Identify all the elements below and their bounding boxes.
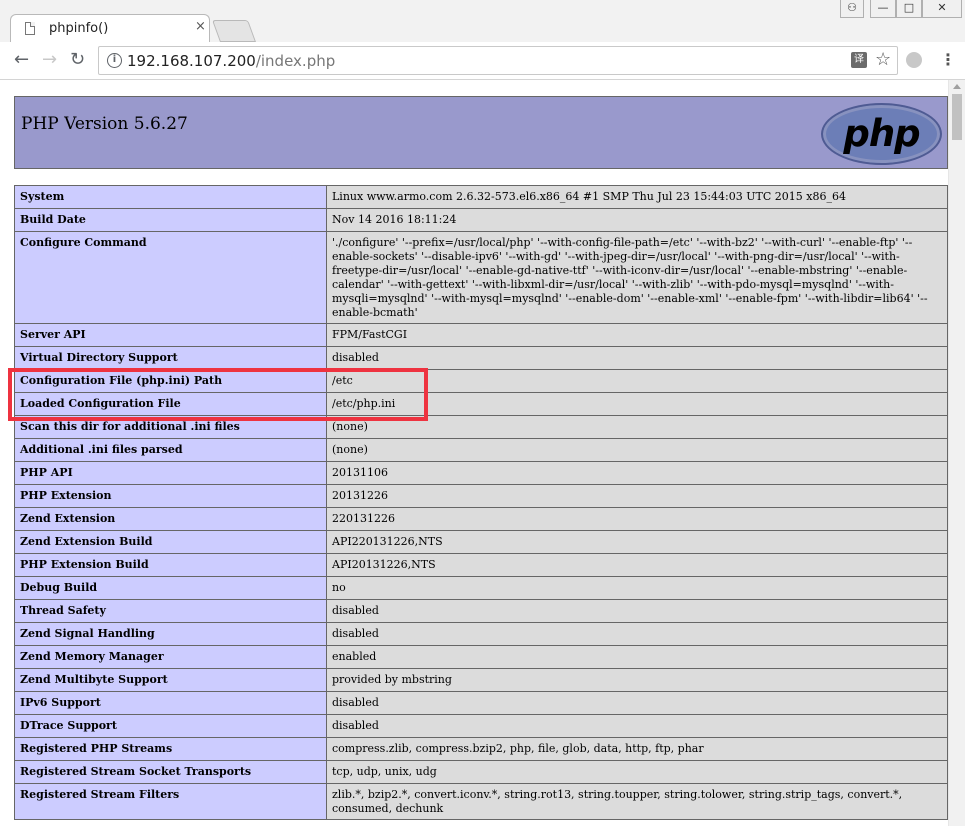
translate-icon[interactable]: 译 xyxy=(851,52,867,68)
table-row: PHP Extension 20131226 xyxy=(14,484,948,508)
table-row: Zend Signal Handling disabled xyxy=(14,622,948,646)
row-key: Virtual Directory Support xyxy=(14,346,327,370)
highlight-box xyxy=(8,368,428,421)
table-row: Zend Multibyte Support provided by mbstri… xyxy=(14,668,948,692)
row-value: tcp, udp, unix, udg xyxy=(326,760,948,784)
scroll-thumb[interactable] xyxy=(952,94,962,140)
table-row: System Linux www.armo.com 2.6.32-573.el6.… xyxy=(14,185,948,209)
row-value: 20131106 xyxy=(326,461,948,485)
row-key: DTrace Support xyxy=(14,714,327,738)
table-row: Zend Extension Build API220131226,NTS xyxy=(14,530,948,554)
new-tab-button[interactable] xyxy=(211,20,257,42)
php-logo[interactable]: php xyxy=(821,103,942,165)
row-key: Zend Memory Manager xyxy=(14,645,327,669)
url-text[interactable]: 192.168.107.200/index.php xyxy=(127,52,335,70)
row-value: './configure' '--prefix=/usr/local/php' … xyxy=(326,231,948,324)
row-key: Build Date xyxy=(14,208,327,232)
row-key: Registered Stream Socket Transports xyxy=(14,760,327,784)
page-favicon-icon xyxy=(25,22,35,35)
extension-icon[interactable] xyxy=(906,52,922,68)
row-key: IPv6 Support xyxy=(14,691,327,715)
table-row: Virtual Directory Support disabled xyxy=(14,346,948,370)
row-key: Zend Extension xyxy=(14,507,327,531)
row-key: Zend Extension Build xyxy=(14,530,327,554)
url-host: 192.168.107.200 xyxy=(127,52,256,70)
table-row: Registered Stream Socket Transports tcp, … xyxy=(14,760,948,784)
browser-tab[interactable]: phpinfo() × xyxy=(10,14,210,42)
table-row: Registered Stream Filters zlib.*, bzip2.*… xyxy=(14,783,948,820)
browser-toolbar: ← → ↻ i 192.168.107.200/index.php 译 ☆ ⋮ xyxy=(0,42,965,80)
table-row: Registered PHP Streams compress.zlib, com… xyxy=(14,737,948,761)
close-window-button[interactable]: ✕ xyxy=(922,0,962,18)
row-value: enabled xyxy=(326,645,948,669)
row-value: 220131226 xyxy=(326,507,948,531)
address-bar[interactable]: i 192.168.107.200/index.php 译 ☆ xyxy=(98,46,898,75)
row-value: Nov 14 2016 18:11:24 xyxy=(326,208,948,232)
row-key: Registered Stream Filters xyxy=(14,783,327,820)
page-viewport: PHP Version 5.6.27 php System Linux www.a… xyxy=(0,80,965,826)
phpinfo-table: System Linux www.armo.com 2.6.32-573.el6.… xyxy=(14,185,948,820)
row-value: FPM/FastCGI xyxy=(326,323,948,347)
table-row: Additional .ini files parsed (none) xyxy=(14,438,948,462)
table-row: Build Date Nov 14 2016 18:11:24 xyxy=(14,208,948,232)
php-version-header: PHP Version 5.6.27 php xyxy=(14,96,948,169)
site-info-icon[interactable]: i xyxy=(107,53,122,68)
row-value: disabled xyxy=(326,622,948,646)
row-key: Zend Multibyte Support xyxy=(14,668,327,692)
table-row: DTrace Support disabled xyxy=(14,714,948,738)
scrollbar[interactable] xyxy=(948,80,965,826)
row-value: Linux www.armo.com 2.6.32-573.el6.x86_64… xyxy=(326,185,948,209)
row-value: disabled xyxy=(326,714,948,738)
profile-icon[interactable]: ⚇ xyxy=(840,0,864,18)
row-key: Zend Signal Handling xyxy=(14,622,327,646)
reload-icon[interactable]: ↻ xyxy=(70,50,85,70)
menu-dots-icon[interactable]: ⋮ xyxy=(940,50,956,69)
tab-title: phpinfo() xyxy=(49,21,109,36)
row-key: System xyxy=(14,185,327,209)
row-key: Additional .ini files parsed xyxy=(14,438,327,462)
page-title: PHP Version 5.6.27 xyxy=(21,114,188,134)
row-key: Configure Command xyxy=(14,231,327,324)
row-value: API20131226,NTS xyxy=(326,553,948,577)
row-key: PHP Extension xyxy=(14,484,327,508)
row-value: zlib.*, bzip2.*, convert.iconv.*, string… xyxy=(326,783,948,820)
row-key: Server API xyxy=(14,323,327,347)
php-logo-text: php xyxy=(843,112,920,155)
back-arrow-icon[interactable]: ← xyxy=(14,50,29,70)
table-row: Server API FPM/FastCGI xyxy=(14,323,948,347)
table-row: Zend Extension 220131226 xyxy=(14,507,948,531)
row-key: PHP Extension Build xyxy=(14,553,327,577)
table-row: PHP Extension Build API20131226,NTS xyxy=(14,553,948,577)
row-value: provided by mbstring xyxy=(326,668,948,692)
row-key: Debug Build xyxy=(14,576,327,600)
row-value: disabled xyxy=(326,691,948,715)
table-row: PHP API 20131106 xyxy=(14,461,948,485)
row-value: compress.zlib, compress.bzip2, php, file… xyxy=(326,737,948,761)
row-value: disabled xyxy=(326,346,948,370)
row-value: disabled xyxy=(326,599,948,623)
row-value: API220131226,NTS xyxy=(326,530,948,554)
row-key: PHP API xyxy=(14,461,327,485)
table-row: Thread Safety disabled xyxy=(14,599,948,623)
forward-arrow-icon[interactable]: → xyxy=(42,50,57,70)
maximize-button[interactable]: □ xyxy=(896,0,922,18)
url-path: /index.php xyxy=(255,52,336,70)
table-row: Zend Memory Manager enabled xyxy=(14,645,948,669)
table-row: Debug Build no xyxy=(14,576,948,600)
row-value: (none) xyxy=(326,438,948,462)
row-key: Registered PHP Streams xyxy=(14,737,327,761)
row-key: Thread Safety xyxy=(14,599,327,623)
row-value: no xyxy=(326,576,948,600)
tab-close-icon[interactable]: × xyxy=(195,19,206,34)
row-value: 20131226 xyxy=(326,484,948,508)
table-row: IPv6 Support disabled xyxy=(14,691,948,715)
scroll-up-arrow-icon[interactable] xyxy=(953,84,961,89)
table-row: Configure Command './configure' '--prefix… xyxy=(14,231,948,324)
bookmark-star-icon[interactable]: ☆ xyxy=(875,49,891,70)
minimize-button[interactable]: — xyxy=(870,0,896,18)
browser-titlebar: phpinfo() × ⚇ — □ ✕ xyxy=(0,0,965,42)
